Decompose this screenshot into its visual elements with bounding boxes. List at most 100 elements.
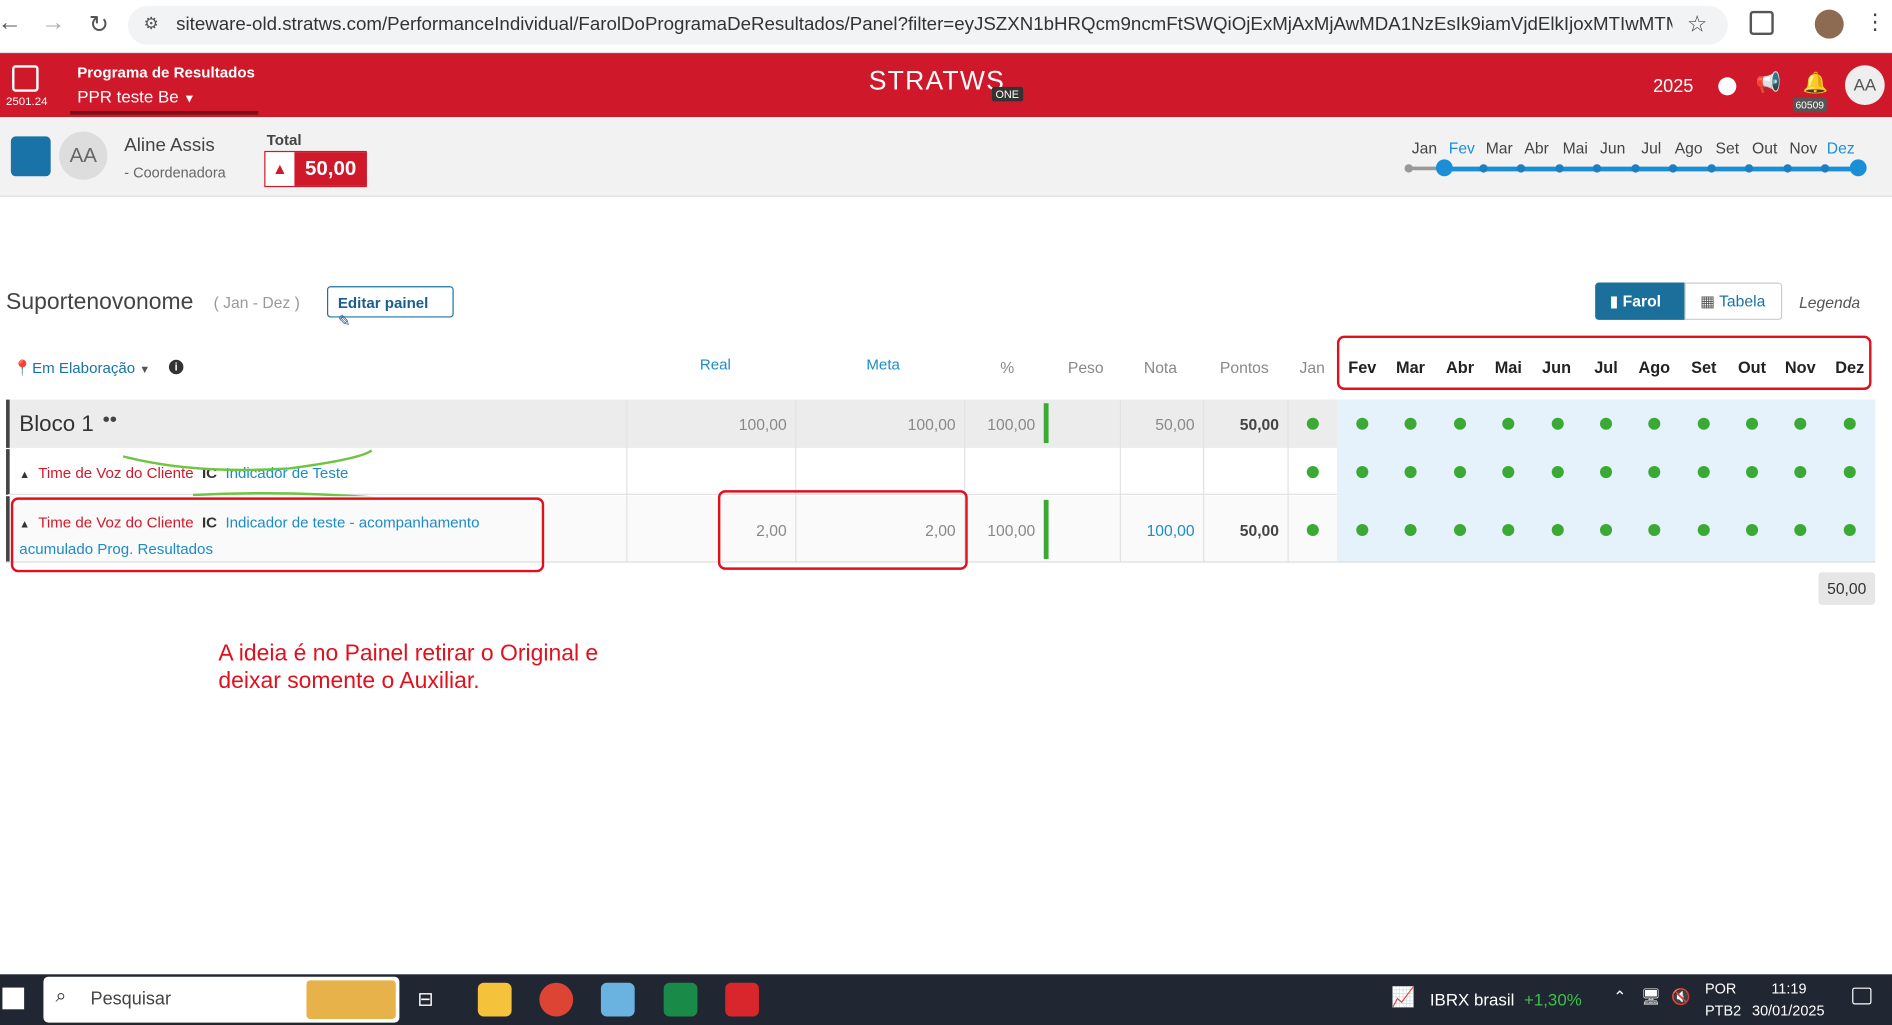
legend-link[interactable]: Legenda <box>1799 293 1860 311</box>
month-label[interactable]: Jan <box>1406 139 1443 157</box>
farol-dot <box>1599 523 1613 537</box>
farol-dot <box>1843 523 1856 537</box>
month-label[interactable]: Dez <box>1822 139 1859 157</box>
bell-icon[interactable]: 🔔 <box>1803 71 1829 95</box>
farol-dot <box>1502 417 1515 430</box>
collapse-icon[interactable]: ▲ <box>19 468 30 480</box>
farol-dot <box>1502 523 1515 537</box>
profile-avatar[interactable] <box>1814 9 1844 39</box>
timeline-dot <box>1668 164 1678 173</box>
edit-panel-label: Editar painel <box>337 294 429 312</box>
bookmark-star-icon[interactable]: ☆ <box>1687 11 1708 39</box>
timeline-handle-end[interactable] <box>1849 159 1867 177</box>
stock-name[interactable]: IBRX brasil <box>1430 990 1515 1009</box>
farol-dot <box>1356 466 1369 479</box>
megaphone-icon[interactable]: 📢 <box>1756 71 1782 95</box>
program-select[interactable]: PPR teste Be ▼ <box>77 87 195 106</box>
row2-pontos: 50,00 <box>1239 521 1280 540</box>
chart-icon: ▮ <box>1609 292 1619 311</box>
farol-dot <box>1404 523 1417 537</box>
tabela-tab[interactable]: ▦ Tabela <box>1684 282 1783 320</box>
farol-dot <box>1404 466 1417 479</box>
app-icon[interactable] <box>12 65 39 92</box>
month-label[interactable]: Nov <box>1785 139 1822 157</box>
taskbar-search[interactable]: ⌕ Pesquisar <box>43 976 400 1023</box>
back-icon[interactable]: ← <box>0 10 24 38</box>
farol-dot <box>1306 523 1319 537</box>
stock-change: +1,30% <box>1523 989 1582 1010</box>
volume-muted-icon[interactable]: 🔇 <box>1671 988 1691 1007</box>
farol-tab[interactable]: ▮ Farol <box>1595 282 1685 320</box>
notification-center-icon[interactable] <box>1852 987 1872 1005</box>
total-label: Total <box>266 131 302 149</box>
org-chart-icon[interactable] <box>10 136 51 177</box>
windows-start-icon[interactable] <box>2 987 25 1010</box>
month-label[interactable]: Ago <box>1670 139 1707 157</box>
clock-time[interactable]: 11:19 <box>1771 980 1806 997</box>
timeline-dot <box>1479 164 1488 173</box>
app-icon[interactable] <box>663 982 698 1017</box>
help-icon[interactable] <box>1718 77 1737 96</box>
site-info-icon[interactable]: ⚙ <box>144 13 159 34</box>
clock-date[interactable]: 30/01/2025 <box>1752 1002 1824 1019</box>
tray-chevron-icon[interactable]: ⌃ <box>1613 988 1626 1007</box>
info-icon[interactable]: i <box>168 359 184 375</box>
network-icon[interactable]: 🖥 <box>1641 988 1661 1007</box>
status-bar <box>1043 499 1049 559</box>
block-menu-icon[interactable]: •• <box>103 408 117 432</box>
farol-dot <box>1356 417 1369 430</box>
month-label[interactable]: Jun <box>1594 139 1631 157</box>
task-view-icon[interactable]: ⊟ <box>417 988 433 1012</box>
farol-dot <box>1551 417 1564 430</box>
farol-dot <box>1794 466 1807 479</box>
browser-toolbar: ← → ↻ ⚙ siteware-old.stratws.com/Perform… <box>0 0 1892 54</box>
month-label[interactable]: Jul <box>1633 139 1670 157</box>
block-real: 100,00 <box>738 415 787 434</box>
chevron-down-icon: ▼ <box>183 92 196 107</box>
lang2[interactable]: PTB2 <box>1705 1002 1741 1019</box>
farol-dot <box>1356 523 1369 537</box>
panel-title: Suportenovonome <box>6 289 194 316</box>
pin-icon: 📍 <box>13 359 33 377</box>
month-label[interactable]: Mai <box>1557 139 1594 157</box>
month-label[interactable]: Out <box>1746 139 1783 157</box>
app-header: 2501.24 Programa de Resultados PPR teste… <box>0 53 1892 118</box>
timeline-dot <box>1516 164 1526 173</box>
month-label[interactable]: Fev <box>1443 139 1480 157</box>
month-label[interactable]: Abr <box>1518 139 1555 157</box>
farol-dot <box>1404 417 1417 430</box>
edit-panel-button[interactable]: Editar painel ✎ <box>326 286 454 330</box>
timeline-dot <box>1820 164 1830 173</box>
farol-dot <box>1697 417 1710 430</box>
reload-icon[interactable]: ↻ <box>84 10 113 40</box>
chrome-icon[interactable] <box>539 982 574 1017</box>
farol-dot <box>1745 417 1759 430</box>
status-filter[interactable]: 📍Em Elaboração ▼ <box>13 360 150 378</box>
lang1[interactable]: POR <box>1705 980 1736 997</box>
app-icon[interactable] <box>600 982 635 1017</box>
caret-down-icon: ▼ <box>139 363 151 376</box>
forward-icon[interactable]: → <box>39 10 68 38</box>
timeline-handle-start[interactable] <box>1435 159 1453 177</box>
timeline-dot <box>1555 164 1564 173</box>
version: 2501.24 <box>6 95 48 109</box>
user-avatar[interactable]: AA <box>1844 65 1885 106</box>
block-name: Bloco 1 <box>19 410 94 436</box>
tabela-label: Tabela <box>1719 292 1766 311</box>
farol-dot <box>1502 466 1515 479</box>
app-icon[interactable] <box>725 982 759 1017</box>
month-label[interactable]: Mar <box>1481 139 1518 157</box>
year[interactable]: 2025 <box>1653 76 1693 97</box>
table-icon: ▦ <box>1700 292 1715 311</box>
status-bar <box>1043 403 1049 444</box>
notification-count: 60509 <box>1793 97 1827 113</box>
col-month-jan: Jan <box>1299 358 1325 377</box>
farol-dot <box>1843 466 1856 479</box>
profile-bar: AA Aline Assis - Coordenadora Total ▲ 50… <box>0 117 1892 197</box>
address-bar[interactable]: ⚙ siteware-old.stratws.com/PerformanceIn… <box>127 6 1728 45</box>
month-label[interactable]: Set <box>1709 139 1746 157</box>
extensions-icon[interactable] <box>1749 10 1774 36</box>
file-explorer-icon[interactable] <box>477 982 512 1017</box>
search-placeholder: Pesquisar <box>90 988 171 1010</box>
menu-icon[interactable]: ⋮ <box>1864 10 1886 35</box>
